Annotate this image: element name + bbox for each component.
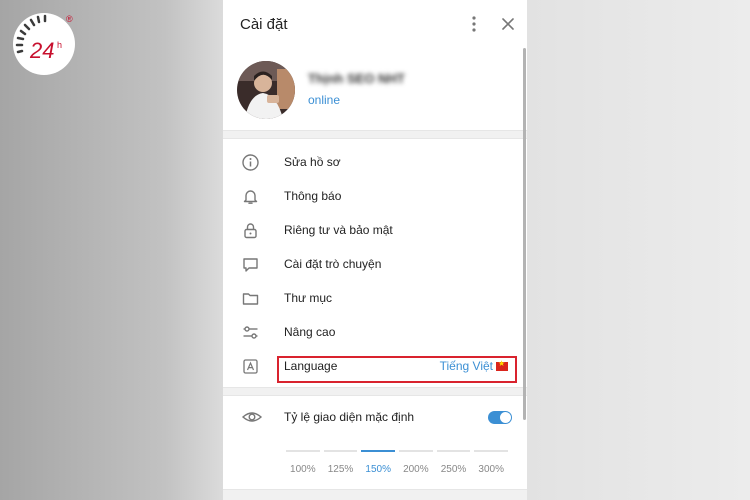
language-icon: [241, 357, 260, 376]
scale-option-300[interactable]: 300%: [474, 450, 509, 480]
menu-item-folders[interactable]: Thư mục: [223, 281, 527, 315]
menu-item-label: Thông báo: [284, 189, 342, 203]
default-scale-toggle[interactable]: [488, 411, 512, 424]
interface-scale-row[interactable]: Tỷ lệ giao diện mặc định: [223, 396, 527, 438]
menu-item-chat-settings[interactable]: Cài đặt trò chuyện: [223, 247, 527, 281]
svg-text:h: h: [57, 40, 62, 50]
eye-icon: [241, 408, 263, 426]
profile-status: online: [308, 93, 341, 107]
menu-item-privacy[interactable]: Riêng tư và bảo mật: [223, 213, 527, 247]
menu-item-label: Cài đặt trò chuyện: [284, 257, 382, 271]
page-title: Cài đặt: [240, 16, 288, 33]
site-logo: 24 h ®: [8, 8, 80, 76]
scale-option-100[interactable]: 100%: [286, 450, 320, 480]
menu-item-edit-profile[interactable]: Sửa hồ sơ: [223, 145, 527, 179]
language-value: Tiếng Việt: [440, 359, 508, 373]
sliders-icon: [241, 323, 260, 342]
settings-menu: Sửa hồ sơ Thông báo Riêng tư và bảo mật …: [223, 139, 527, 383]
scale-option-125[interactable]: 125%: [323, 450, 358, 480]
section-divider: [223, 130, 527, 139]
scrollbar[interactable]: [523, 48, 526, 420]
chat-bubble-icon: [241, 255, 260, 274]
registered-mark: ®: [66, 14, 73, 24]
menu-item-label: Thư mục: [284, 291, 333, 305]
avatar[interactable]: [237, 61, 295, 119]
scale-options: 100% 125% 150% 200% 250% 300%: [284, 450, 510, 480]
menu-item-notifications[interactable]: Thông báo: [223, 179, 527, 213]
menu-item-label: Sửa hồ sơ: [284, 155, 341, 169]
menu-item-label: Riêng tư và bảo mật: [284, 223, 393, 237]
folder-icon: [241, 289, 260, 308]
vietnam-flag-icon: [496, 359, 508, 371]
menu-item-advanced[interactable]: Nâng cao: [223, 315, 527, 349]
bell-icon: [241, 187, 260, 206]
scale-option-150[interactable]: 150%: [361, 450, 396, 480]
close-icon[interactable]: [499, 15, 517, 33]
profile-name: Thịnh SEO NHT: [308, 71, 405, 86]
section-divider: [223, 489, 527, 500]
section-divider: [223, 387, 527, 396]
lock-icon: [241, 221, 260, 240]
menu-item-language[interactable]: Language Tiếng Việt: [223, 349, 527, 383]
scale-option-200[interactable]: 200%: [399, 450, 433, 480]
logo-text: 24: [29, 38, 54, 63]
settings-panel: Cài đặt Thịnh SEO NHT online Sửa hồ sơ T…: [223, 0, 527, 500]
menu-item-label: Nâng cao: [284, 325, 336, 339]
scale-option-250[interactable]: 250%: [436, 450, 471, 480]
scale-label: Tỷ lệ giao diện mặc định: [284, 410, 415, 424]
info-icon: [241, 153, 260, 172]
settings-header: Cài đặt: [223, 0, 527, 48]
menu-item-label: Language: [284, 359, 338, 373]
more-options-icon[interactable]: [467, 14, 481, 34]
profile-section[interactable]: Thịnh SEO NHT online: [223, 48, 527, 130]
